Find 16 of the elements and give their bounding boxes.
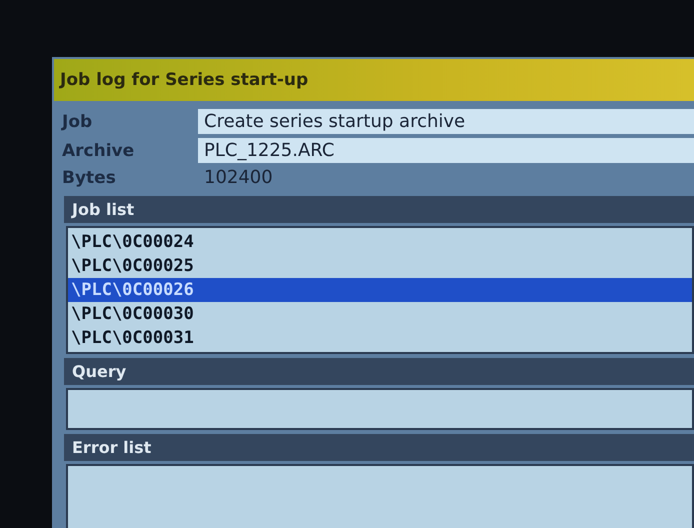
field-label: Bytes xyxy=(62,168,117,188)
list-item[interactable]: \PLC\0C00026 xyxy=(68,278,692,302)
list-item[interactable]: \PLC\0C00024 xyxy=(68,230,692,254)
list-item[interactable]: \PLC\0C00025 xyxy=(68,254,692,278)
section-header: Query xyxy=(64,358,694,385)
field-value: PLC_1225.ARC xyxy=(198,138,694,163)
field-label: Job xyxy=(62,112,94,132)
job-list[interactable]: \PLC\0C00024 \PLC\0C00025 \PLC\0C00026 \PLC\0C00030 \PLC\0C00031 xyxy=(66,226,694,354)
window-title: Job log for Series start-up xyxy=(54,59,694,101)
field-label: Archive xyxy=(62,140,136,160)
section-header: Job list xyxy=(64,196,694,223)
field-value: Create series startup archive xyxy=(198,109,694,134)
list-item[interactable]: \PLC\0C00031 xyxy=(68,326,692,350)
field-value: 102400 xyxy=(203,167,274,188)
list-item[interactable]: \PLC\0C00030 xyxy=(68,302,692,326)
section-header: Error list xyxy=(64,434,694,461)
